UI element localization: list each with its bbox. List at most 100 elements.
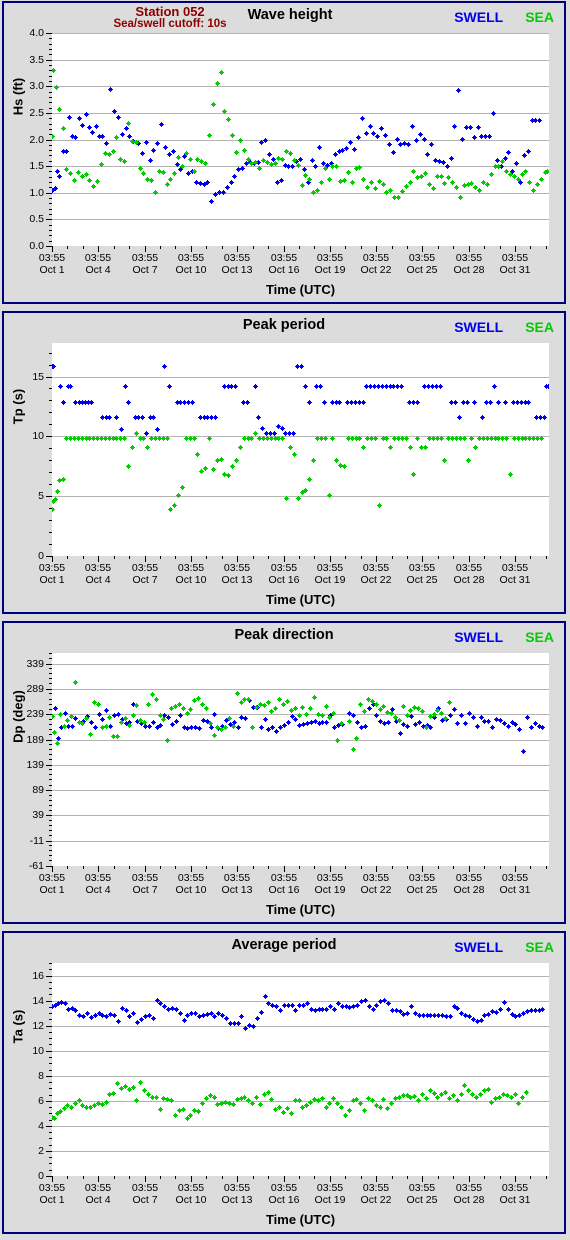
- data-point: [450, 1092, 456, 1098]
- data-point: [427, 1088, 433, 1094]
- data-point: [467, 1014, 472, 1020]
- data-point: [519, 171, 525, 177]
- data-point: [334, 457, 340, 463]
- data-point: [153, 697, 159, 702]
- data-point: [359, 115, 365, 121]
- data-point: [151, 147, 157, 153]
- data-point: [483, 134, 489, 140]
- data-point: [270, 1003, 276, 1009]
- data-point: [164, 182, 170, 188]
- x-tick-minor: [299, 866, 300, 869]
- data-point: [270, 724, 276, 730]
- panel-peak-direction: Peak direction SWELL SEA -61 -11 39 89 139 189…: [2, 621, 566, 924]
- data-point: [225, 383, 231, 389]
- data-point: [107, 414, 113, 420]
- data-point: [146, 701, 151, 707]
- data-point: [108, 1011, 114, 1017]
- data-point: [370, 1006, 376, 1012]
- data-point: [173, 704, 178, 710]
- data-point: [486, 718, 492, 724]
- gridline: [52, 1051, 549, 1052]
- data-point: [155, 140, 161, 146]
- panel-peak-period: Peak period SWELL SEA 0 5 10 15 Tp (s) 03:55…: [2, 311, 566, 614]
- data-point: [338, 178, 344, 184]
- data-point: [277, 697, 283, 702]
- x-tick-minor: [83, 556, 84, 559]
- data-point: [108, 724, 114, 730]
- data-point: [52, 133, 55, 139]
- data-point: [147, 158, 153, 164]
- gridline: [52, 140, 549, 141]
- data-point: [396, 718, 402, 724]
- data-point: [410, 400, 416, 406]
- data-point: [316, 1006, 322, 1012]
- data-point: [237, 444, 243, 450]
- data-point: [294, 159, 300, 165]
- gridline: [52, 790, 549, 791]
- data-point: [304, 721, 310, 727]
- data-point: [303, 172, 309, 178]
- data-point: [64, 149, 70, 155]
- data-point: [88, 732, 94, 737]
- plot-area: [52, 963, 549, 1176]
- data-point: [311, 695, 317, 700]
- data-point: [401, 722, 407, 728]
- x-tick-date: Oct 31: [499, 573, 531, 586]
- x-tick-minor: [407, 246, 408, 249]
- x-tick-minor: [453, 866, 454, 869]
- data-point: [397, 1009, 403, 1015]
- data-point: [172, 171, 178, 177]
- data-point: [73, 1008, 79, 1014]
- x-tick-minor: [530, 1176, 531, 1179]
- data-point: [504, 168, 510, 174]
- data-point: [475, 125, 481, 131]
- gridline: [52, 1126, 549, 1127]
- data-point: [160, 170, 166, 175]
- data-point: [517, 1012, 523, 1018]
- data-point: [122, 716, 128, 722]
- data-point: [129, 444, 135, 450]
- data-point: [85, 400, 91, 406]
- data-point: [115, 1080, 121, 1086]
- x-tick-minor: [129, 556, 130, 559]
- data-point: [497, 718, 503, 724]
- data-point: [207, 720, 213, 726]
- data-point: [145, 176, 151, 182]
- data-point: [515, 176, 521, 182]
- gridline: [52, 815, 549, 816]
- data-point: [168, 506, 174, 512]
- data-point: [193, 179, 199, 185]
- data-point: [343, 1004, 349, 1010]
- data-point: [318, 179, 324, 185]
- data-point: [81, 719, 87, 725]
- data-point: [216, 726, 222, 732]
- data-point: [422, 383, 428, 389]
- data-point: [509, 720, 515, 726]
- data-point: [107, 1092, 113, 1098]
- data-point: [87, 178, 93, 183]
- data-point: [389, 1008, 395, 1014]
- data-point: [231, 720, 237, 726]
- y-tick-label: -11: [29, 835, 44, 847]
- data-point: [517, 179, 523, 185]
- data-point: [526, 400, 532, 406]
- data-point: [400, 703, 406, 709]
- data-point: [541, 414, 547, 420]
- data-point: [481, 1088, 487, 1094]
- gridline: [52, 1151, 549, 1152]
- data-point: [409, 1004, 415, 1010]
- x-tick-minor: [114, 1176, 115, 1179]
- data-point: [131, 1010, 137, 1016]
- data-point: [135, 1020, 141, 1025]
- data-point: [430, 186, 436, 191]
- data-point: [463, 721, 469, 727]
- data-point: [104, 707, 110, 713]
- data-point: [339, 1004, 345, 1010]
- data-point: [453, 400, 459, 406]
- data-point: [230, 723, 236, 729]
- data-point: [465, 457, 471, 463]
- x-tick-minor: [129, 1176, 130, 1179]
- data-point: [223, 1015, 229, 1021]
- x-axis: 03:55 Oct 1 03:55 Oct 4 03:55 Oct 7 03:55 Oct 1…: [39, 556, 549, 596]
- data-point: [88, 720, 94, 726]
